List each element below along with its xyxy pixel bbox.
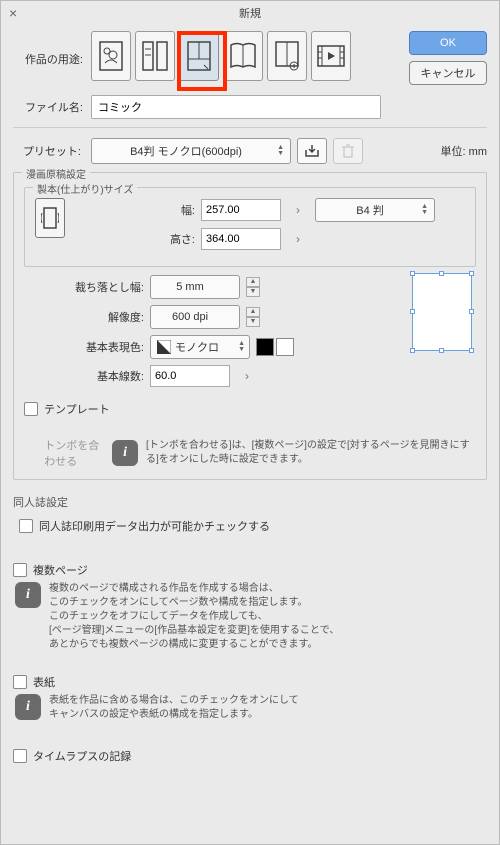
close-icon[interactable]: × xyxy=(9,5,17,21)
template-checkbox[interactable] xyxy=(24,402,38,416)
bleed-label: 裁ち落とし幅: xyxy=(24,279,144,295)
link-arrow-icon[interactable]: › xyxy=(287,199,309,221)
color-label: 基本表現色: xyxy=(24,339,144,355)
resolution-select[interactable]: 600 dpi xyxy=(150,305,240,329)
doujin-check-checkbox[interactable] xyxy=(19,519,33,533)
orientation-toggle[interactable] xyxy=(35,198,65,238)
template-label: テンプレート xyxy=(44,401,110,417)
manga-group-title: 漫画原稿設定 xyxy=(22,166,90,181)
info-icon: i xyxy=(15,694,41,720)
preset-select[interactable]: B4判 モノクロ(600dpi) ▲▼ xyxy=(91,138,291,164)
unit-label: 単位: mm xyxy=(441,143,487,159)
use-label: 作品の用途: xyxy=(13,31,91,67)
ok-button[interactable]: OK xyxy=(409,31,487,55)
cancel-button[interactable]: キャンセル xyxy=(409,61,487,85)
use-icon-group xyxy=(91,31,351,81)
manga-settings-group: 漫画原稿設定 製本(仕上がり)サイズ 幅: › B4 判 xyxy=(13,172,487,480)
lines-arrow-icon[interactable]: › xyxy=(236,365,258,387)
info-icon: i xyxy=(112,440,138,466)
preset-delete-icon[interactable] xyxy=(333,138,363,164)
bleed-select[interactable]: 5 mm xyxy=(150,275,240,299)
cover-info: 表紙を作品に含める場合は、このチェックをオンにして キャンバスの設定や表紙の構成… xyxy=(49,694,299,722)
page-preview xyxy=(412,273,472,351)
use-webtoon-icon[interactable] xyxy=(135,31,175,81)
height-label: 高さ: xyxy=(75,231,195,247)
filename-input[interactable] xyxy=(91,95,381,119)
multipage-label: 複数ページ xyxy=(33,562,88,578)
new-dialog: × 新規 作品の用途: xyxy=(0,0,500,845)
filename-label: ファイル名: xyxy=(13,99,91,115)
trim-align-label: トンボを合わせる xyxy=(44,437,104,469)
color-mode-select[interactable]: モノクロ ▲▼ xyxy=(150,335,250,359)
doujin-check-label: 同人誌印刷用データ出力が可能かチェックする xyxy=(39,518,270,534)
width-label: 幅: xyxy=(75,202,195,218)
swatch-black[interactable] xyxy=(256,338,274,356)
trim-info-text: [トンボを合わせる]は、[複数ページ]の設定で[対するページを見開きにする]をオ… xyxy=(146,439,476,467)
binding-group-title: 製本(仕上がり)サイズ xyxy=(33,181,137,196)
width-input[interactable] xyxy=(201,199,281,221)
preset-label: プリセット: xyxy=(13,143,85,159)
use-illustration-icon[interactable] xyxy=(91,31,131,81)
swatch-white[interactable] xyxy=(276,338,294,356)
binding-size-group: 製本(仕上がり)サイズ 幅: › B4 判 ▲▼ xyxy=(24,187,476,267)
info-icon: i xyxy=(15,582,41,608)
use-book-icon[interactable] xyxy=(223,31,263,81)
use-comic-icon[interactable] xyxy=(179,31,219,81)
cover-checkbox[interactable] xyxy=(13,675,27,689)
timelapse-label: タイムラプスの記録 xyxy=(33,748,131,764)
lines-label: 基本線数: xyxy=(24,368,144,384)
doujin-section-title: 同人誌設定 xyxy=(13,494,487,510)
preset-save-icon[interactable] xyxy=(297,138,327,164)
multipage-info: 複数のページで構成される作品を作成する場合は、 このチェックをオンにしてページ数… xyxy=(49,582,339,652)
multipage-checkbox[interactable] xyxy=(13,563,27,577)
size-preset-select[interactable]: B4 判 ▲▼ xyxy=(315,198,435,222)
timelapse-checkbox[interactable] xyxy=(13,749,27,763)
dialog-title: 新規 xyxy=(239,5,261,21)
link-arrow-icon-2[interactable]: › xyxy=(287,228,309,250)
bleed-spinner[interactable]: ▲▼ xyxy=(246,277,260,297)
mono-icon xyxy=(157,340,171,354)
resolution-spinner[interactable]: ▲▼ xyxy=(246,307,260,327)
height-input[interactable] xyxy=(201,228,281,250)
use-printing-icon[interactable] xyxy=(267,31,307,81)
use-animation-icon[interactable] xyxy=(311,31,351,81)
chevron-updown-icon: ▲▼ xyxy=(277,145,284,157)
lines-input[interactable] xyxy=(150,365,230,387)
cover-label: 表紙 xyxy=(33,674,55,690)
titlebar: × 新規 xyxy=(1,1,499,25)
resolution-label: 解像度: xyxy=(24,309,144,325)
